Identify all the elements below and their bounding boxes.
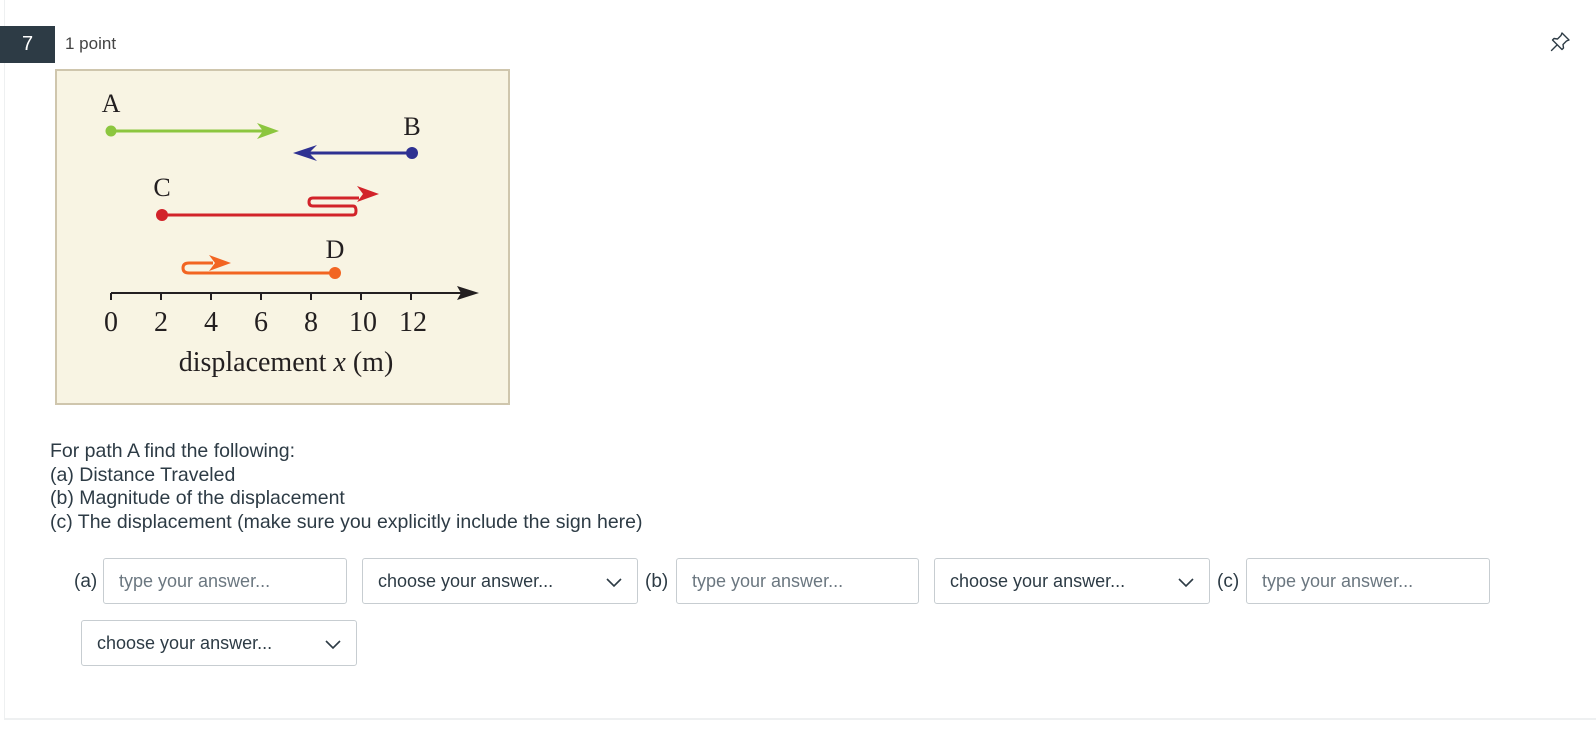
- answer-b-input[interactable]: [676, 558, 919, 604]
- path-a-label: A: [102, 89, 121, 118]
- tick-label: 6: [254, 307, 268, 338]
- select-value: choose your answer...: [950, 571, 1126, 591]
- answer-c-label: (c): [1217, 571, 1240, 592]
- select-value: choose your answer...: [97, 633, 273, 653]
- answer-b-unit-select[interactable]: choose your answer...: [934, 558, 1210, 604]
- pin-icon[interactable]: [1548, 30, 1572, 54]
- path-a: [105, 123, 279, 139]
- question-number: 7: [0, 26, 55, 63]
- path-d-label: D: [326, 235, 345, 264]
- tick-label: 4: [204, 307, 218, 338]
- answer-c-unit-select[interactable]: choose your answer...: [81, 620, 357, 666]
- answer-c-input[interactable]: [1246, 558, 1490, 604]
- path-d: [181, 255, 341, 279]
- chevron-down-icon: [606, 578, 622, 588]
- displacement-figure: A B C D 0 2 4 6 8 10 12 displacement x (…: [55, 69, 510, 405]
- path-b: [293, 145, 418, 161]
- select-value: choose your answer...: [378, 571, 554, 591]
- path-c-label: C: [153, 173, 170, 202]
- tick-label: 10: [349, 307, 377, 338]
- path-c: [156, 186, 379, 221]
- tick-label: 12: [399, 307, 427, 338]
- answer-b-label: (b): [645, 571, 669, 592]
- x-axis: [110, 286, 479, 300]
- path-b-label: B: [403, 112, 420, 141]
- chevron-down-icon: [325, 640, 341, 650]
- prompt-line: (c) The displacement (make sure you expl…: [50, 510, 643, 533]
- prompt-line: (a) Distance Traveled: [50, 463, 236, 486]
- chevron-down-icon: [1178, 578, 1194, 588]
- question-points: 1 point: [65, 34, 117, 53]
- prompt-line: For path A find the following:: [50, 440, 295, 462]
- prompt-line: (b) Magnitude of the displacement: [50, 487, 345, 509]
- answer-a-input[interactable]: [103, 558, 347, 604]
- answer-a-unit-select[interactable]: choose your answer...: [362, 558, 638, 604]
- question-prompt: For path A find the following: (a) Dista…: [50, 440, 643, 534]
- tick-label: 0: [104, 307, 118, 338]
- tick-label: 8: [304, 307, 318, 338]
- tick-label: 2: [154, 307, 168, 338]
- answer-a-label: (a): [74, 571, 98, 592]
- axis-label: displacement x (m): [179, 347, 394, 378]
